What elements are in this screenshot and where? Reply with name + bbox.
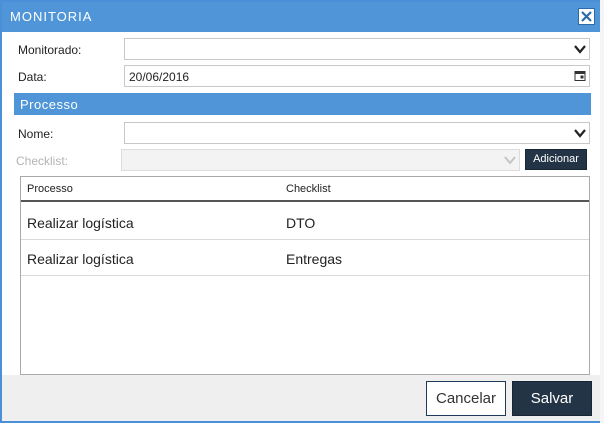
cell-checklist: DTO — [286, 215, 316, 231]
dialog-title: MONITORIA — [10, 9, 93, 24]
close-button[interactable] — [578, 8, 595, 25]
checklist-label: Checklist: — [16, 154, 69, 168]
window-edge — [600, 0, 604, 423]
cell-processo: Realizar logística — [27, 215, 134, 231]
monitoria-dialog: MONITORIA Monitorado: Data: 20/06/2016 P… — [0, 0, 604, 423]
processo-section-header: Processo — [14, 93, 591, 115]
data-value: 20/06/2016 — [129, 70, 190, 84]
dialog-titlebar: MONITORIA — [2, 2, 602, 32]
chevron-down-icon — [504, 156, 516, 165]
table-row[interactable]: Realizar logística DTO — [21, 204, 589, 240]
data-date-field[interactable]: 20/06/2016 — [124, 65, 590, 87]
table-row[interactable]: Realizar logística Entregas — [21, 240, 589, 276]
close-icon — [581, 11, 592, 22]
calendar-icon[interactable] — [574, 70, 586, 82]
chevron-down-icon — [574, 129, 586, 138]
chevron-down-icon — [574, 45, 586, 54]
monitorado-label: Monitorado: — [18, 43, 82, 57]
cell-processo: Realizar logística — [27, 251, 134, 267]
nome-label: Nome: — [18, 127, 54, 141]
section-title: Processo — [20, 97, 79, 112]
checklist-select[interactable] — [121, 149, 520, 171]
column-header-checklist[interactable]: Checklist — [286, 183, 331, 195]
adicionar-button[interactable]: Adicionar — [525, 149, 587, 170]
data-label: Data: — [18, 70, 47, 84]
processo-checklist-grid: Processo Checklist Realizar logística DT… — [20, 176, 590, 375]
nome-select[interactable] — [124, 122, 590, 144]
grid-header: Processo Checklist — [21, 177, 589, 202]
save-button[interactable]: Salvar — [512, 381, 592, 416]
cell-checklist: Entregas — [286, 251, 343, 267]
monitorado-select[interactable] — [124, 38, 590, 60]
cancel-button[interactable]: Cancelar — [426, 381, 506, 416]
column-header-processo[interactable]: Processo — [27, 183, 73, 195]
